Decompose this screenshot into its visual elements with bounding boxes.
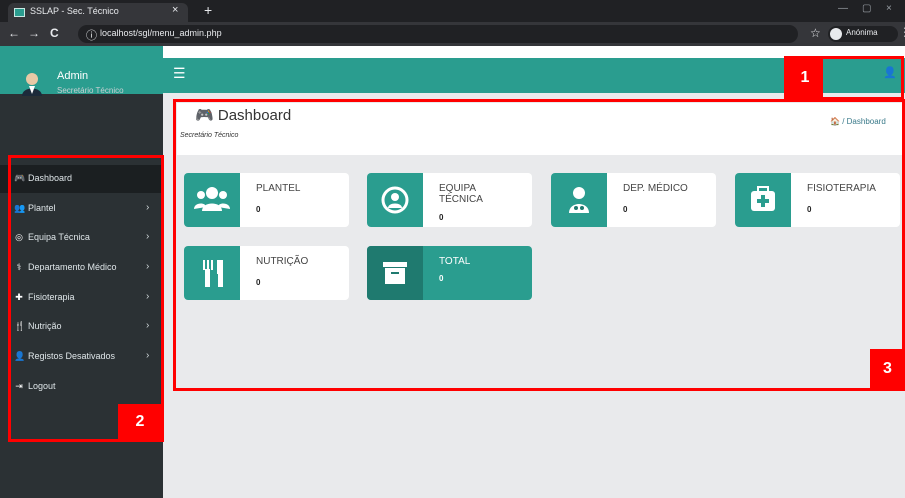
info-icon[interactable]: ⓘ xyxy=(86,27,97,43)
tab-close-icon[interactable]: × xyxy=(172,4,178,16)
browser-tab[interactable]: SSLAP - Sec. Técnico × xyxy=(8,3,188,22)
minimize-icon[interactable]: — xyxy=(838,3,848,14)
maximize-icon[interactable]: ▢ xyxy=(862,3,871,14)
incognito-icon xyxy=(830,28,842,40)
browser-tab-bar: SSLAP - Sec. Técnico × + — ▢ × xyxy=(0,0,905,22)
profile-label: Anónima xyxy=(846,28,878,37)
admin-role: Secretário Técnico xyxy=(57,86,124,95)
reload-icon[interactable]: C xyxy=(50,26,59,40)
favicon-icon xyxy=(14,8,25,17)
annotation-label-3: 3 xyxy=(870,349,905,389)
url-bar[interactable]: ⓘ localhost/sgl/menu_admin.php xyxy=(78,25,798,43)
close-window-icon[interactable]: × xyxy=(886,3,892,14)
hamburger-menu-icon[interactable]: ☰ xyxy=(173,65,186,82)
new-tab-button[interactable]: + xyxy=(204,2,212,18)
annotation-box-3 xyxy=(173,99,905,391)
address-bar-row: ← → C ⓘ localhost/sgl/menu_admin.php ☆ A… xyxy=(0,22,905,46)
admin-avatar xyxy=(22,73,42,96)
annotation-box-2 xyxy=(8,155,164,442)
browser-menu-icon[interactable]: ⋮ xyxy=(899,25,905,39)
bookmark-star-icon[interactable]: ☆ xyxy=(810,26,821,40)
admin-name: Admin xyxy=(57,70,89,82)
forward-icon[interactable]: → xyxy=(28,26,40,40)
back-icon[interactable]: ← xyxy=(8,26,20,40)
profile-button[interactable]: Anónima xyxy=(828,26,898,42)
annotation-label-1: 1 xyxy=(787,59,823,97)
tab-title: SSLAP - Sec. Técnico xyxy=(30,6,119,16)
url-text: localhost/sgl/menu_admin.php xyxy=(100,28,222,38)
annotation-label-2: 2 xyxy=(118,404,162,440)
